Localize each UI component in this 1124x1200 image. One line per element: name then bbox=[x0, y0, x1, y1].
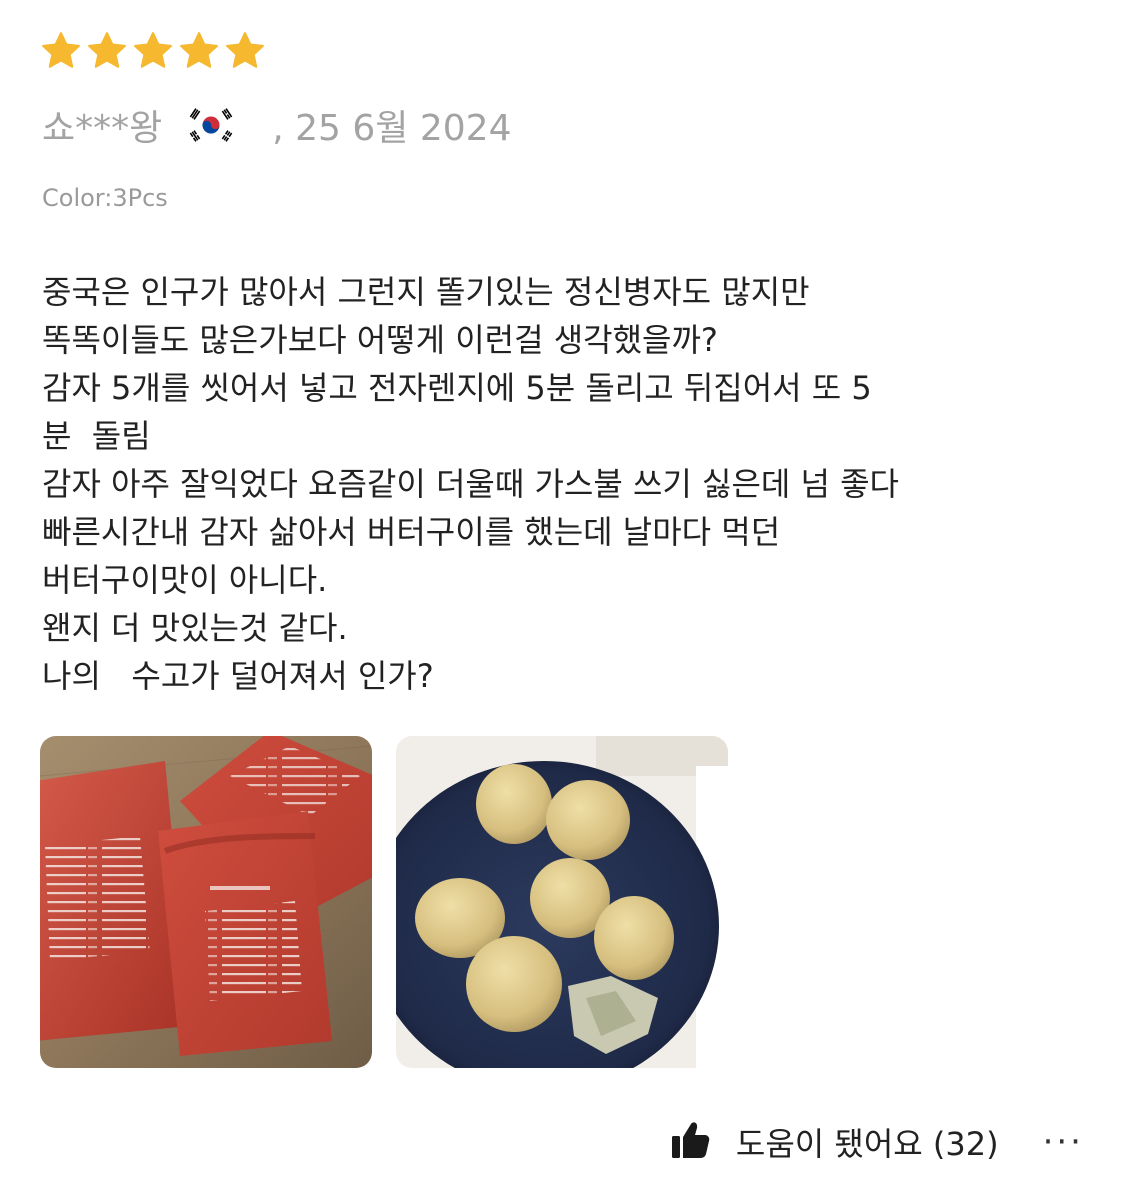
review-line: 빠른시간내 감자 삶아서 버터구이를 했는데 날마다 먹던 bbox=[42, 513, 781, 551]
review-line: 분 돌림 bbox=[42, 417, 151, 455]
star-rating bbox=[40, 30, 266, 72]
baked-potatoes-plate-photo[interactable] bbox=[396, 736, 728, 1068]
star-icon bbox=[40, 30, 82, 72]
review-line: 나의 수고가 덜어져서 인가? bbox=[42, 657, 434, 695]
more-options-icon[interactable]: ··· bbox=[1043, 1125, 1084, 1159]
review-footer: 도움이 됐어요 (32) ··· bbox=[670, 1112, 1084, 1172]
review-line: 감자 아주 잘익었다 요즘같이 더울때 가스불 쓰기 싫은데 넘 좋다 bbox=[42, 465, 899, 503]
review-line: 중국은 인구가 많아서 그런지 똘기있는 정신병자도 많지만 bbox=[42, 273, 810, 311]
red-potato-bags-photo[interactable] bbox=[40, 736, 372, 1068]
review-line: 감자 5개를 씻어서 넣고 전자렌지에 5분 돌리고 뒤집어서 또 5 bbox=[42, 369, 872, 407]
star-icon bbox=[132, 30, 174, 72]
helpful-label: 도움이 됐어요 (32) bbox=[735, 1125, 999, 1163]
review-date: , 25 6월 2024 bbox=[272, 108, 512, 149]
review-line: 똑똑이들도 많은가보다 어떻게 이런걸 생각했을까? bbox=[42, 321, 718, 359]
thumbs-up-icon bbox=[670, 1120, 710, 1164]
helpful-button[interactable]: 도움이 됐어요 (32) bbox=[670, 1119, 999, 1165]
star-icon bbox=[86, 30, 128, 72]
review-line: 왠지 더 맛있는것 같다. bbox=[42, 609, 348, 647]
review-text: 중국은 인구가 많아서 그런지 똘기있는 정신병자도 많지만똑똑이들도 많은가보… bbox=[42, 268, 1092, 700]
south-korea-flag-icon bbox=[186, 107, 237, 143]
star-icon bbox=[178, 30, 220, 72]
star-icon bbox=[224, 30, 266, 72]
review-meta: 쇼***왕 , 25 6월 2024 bbox=[42, 100, 511, 150]
product-variant: Color:3Pcs bbox=[42, 184, 168, 212]
review-line: 버터구이맛이 아니다. bbox=[42, 561, 328, 599]
reviewer-name: 쇼***왕 bbox=[42, 108, 163, 149]
